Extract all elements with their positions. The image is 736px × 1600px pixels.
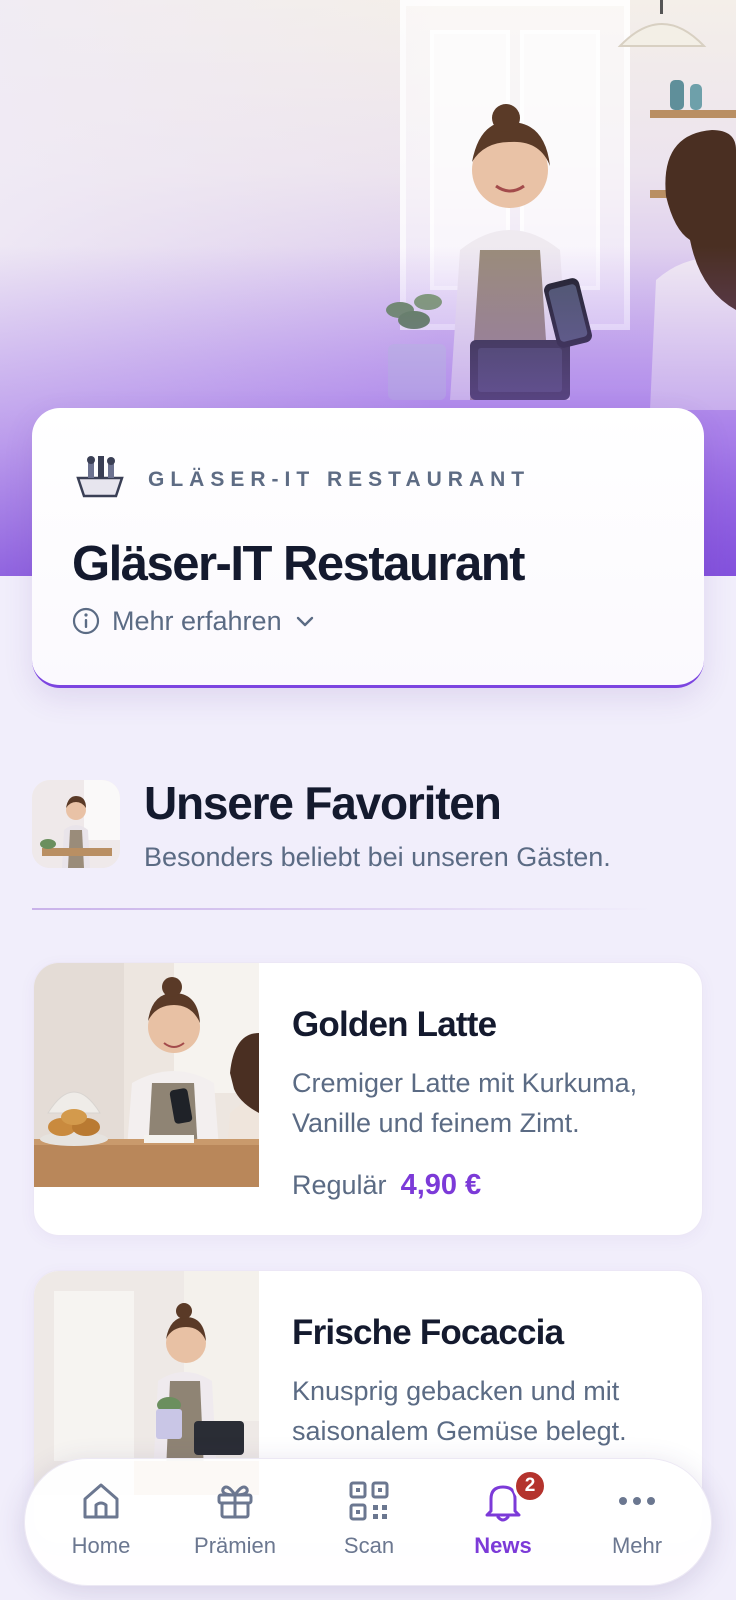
notification-badge: 2 xyxy=(513,1469,547,1503)
product-description: Knusprig gebacken und mit saisonalem Gem… xyxy=(292,1376,627,1446)
nav-item-more[interactable]: Mehr xyxy=(577,1459,697,1587)
learn-more-label: Mehr erfahren xyxy=(112,605,282,636)
restaurant-info-card: GLÄSER-IT RESTAURANT Gläser-IT Restauran… xyxy=(32,408,704,688)
nav-label-news: News xyxy=(474,1533,532,1558)
product-description: Cremiger Latte mit Kurkuma, Vanille und … xyxy=(292,1068,638,1138)
restaurant-title: Gläser-IT Restaurant xyxy=(72,537,526,591)
product-card-golden-latte[interactable]: Golden Latte Cremiger Latte mit Kurkuma,… xyxy=(33,962,703,1236)
nav-label-more: Mehr xyxy=(611,1533,663,1558)
gift-icon xyxy=(217,1485,253,1519)
nav-label-home: Home xyxy=(71,1533,131,1558)
price-value: 4,90 € xyxy=(400,1169,482,1201)
product-name: Golden Latte xyxy=(292,1005,497,1044)
info-icon xyxy=(72,607,100,635)
favorites-subtitle: Besonders beliebt bei unseren Gästen. xyxy=(144,842,611,872)
favorites-title: Unsere Favoriten xyxy=(144,777,502,829)
nav-item-home[interactable]: Home xyxy=(41,1459,161,1587)
nav-label-scan: Scan xyxy=(343,1533,395,1558)
section-divider xyxy=(32,908,652,910)
nav-item-scan[interactable]: Scan xyxy=(309,1459,429,1587)
restaurant-logo-icon xyxy=(76,456,124,498)
nav-label-rewards: Prämien xyxy=(194,1533,276,1558)
price-label: Regulär xyxy=(292,1170,387,1200)
nav-item-rewards[interactable]: Prämien xyxy=(175,1459,295,1587)
home-icon xyxy=(83,1483,119,1519)
product-name: Frische Focaccia xyxy=(292,1313,564,1352)
restaurant-eyebrow: GLÄSER-IT RESTAURANT xyxy=(148,468,531,491)
qr-code-icon xyxy=(349,1481,389,1521)
bottom-navigation: Home Prämien Scan 2 News Mehr xyxy=(24,1458,712,1586)
more-dots-icon xyxy=(619,1497,655,1505)
price-row: Regulär 4,90 € xyxy=(292,1169,481,1202)
chevron-down-icon xyxy=(296,616,313,627)
product-photo xyxy=(34,963,259,1187)
favorites-thumbnail xyxy=(32,780,120,868)
nav-item-news[interactable]: 2 News xyxy=(443,1459,563,1587)
learn-more-toggle[interactable]: Mehr erfahren xyxy=(72,604,316,638)
